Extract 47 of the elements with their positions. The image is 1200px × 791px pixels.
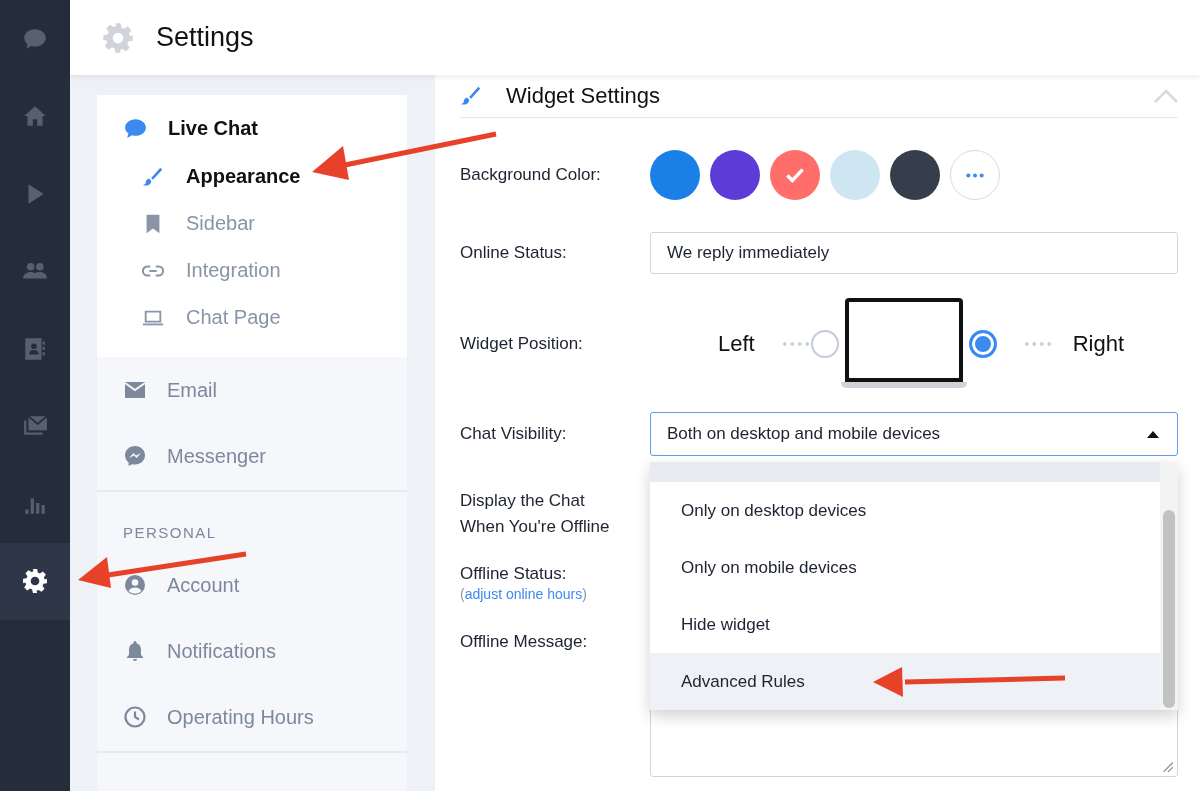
field-label: Background Color:	[460, 165, 602, 185]
brush-icon	[460, 85, 482, 107]
resize-grip-icon[interactable]	[1160, 759, 1174, 773]
menu-item[interactable]: Chat Page	[97, 294, 407, 341]
color-swatch[interactable]	[770, 150, 820, 200]
section-title: Live Chat	[168, 116, 259, 140]
menu-item[interactable]: Email	[97, 357, 407, 423]
brush-icon	[142, 165, 164, 188]
menu-item[interactable]: Integration	[97, 247, 407, 294]
color-swatch[interactable]	[710, 150, 760, 200]
section-heading: PERSONAL	[122, 523, 218, 543]
clock-icon	[123, 705, 147, 729]
user-icon	[123, 573, 147, 597]
address-book-icon	[22, 335, 48, 362]
color-swatch[interactable]	[890, 150, 940, 200]
field-label: Display the Chat When You're Offline	[460, 490, 611, 538]
online-status-field[interactable]: We reply immediately	[650, 232, 1178, 274]
field-label: Chat Visibility:	[460, 424, 568, 444]
chevron-up-icon[interactable]	[1154, 89, 1178, 103]
panel-title: Widget Settings	[506, 83, 662, 109]
color-swatch[interactable]	[830, 150, 880, 200]
caret-up-icon	[1147, 430, 1159, 438]
more-icon	[965, 172, 985, 178]
menu-item[interactable]: Appearance	[97, 153, 407, 200]
field-label: Widget Position:	[460, 334, 584, 354]
adjust-hours-link[interactable]: adjust online hours	[464, 586, 583, 602]
settings-icon	[102, 21, 134, 54]
menu-item[interactable]: Notifications	[97, 618, 407, 684]
radio-button[interactable]	[810, 330, 839, 358]
position-label: Right	[1072, 331, 1125, 357]
menu-item[interactable]: Messenger	[97, 423, 407, 489]
menu-item[interactable]: Sidebar	[97, 200, 407, 247]
scrollbar-thumb[interactable]	[1163, 510, 1175, 708]
page-title: Settings	[156, 22, 254, 53]
field-label: Offline Status:	[460, 564, 568, 584]
more-colors-button[interactable]	[950, 150, 1000, 200]
color-swatch[interactable]	[650, 150, 700, 200]
dropdown-option[interactable]: Advanced Rules	[650, 653, 1160, 710]
position-label: Left	[718, 331, 755, 357]
field-label: Online Status:	[460, 243, 568, 263]
visibility-dropdown[interactable]: Both on desktop and mobile devices	[650, 412, 1178, 456]
settings-icon	[22, 568, 48, 595]
hours-hint: (adjust online hours)	[460, 586, 587, 602]
messenger-icon	[123, 444, 147, 468]
menu-item[interactable]: Operating Hours	[97, 684, 407, 750]
field-label: Offline Message:	[460, 632, 589, 652]
radio-button[interactable]	[968, 330, 997, 358]
